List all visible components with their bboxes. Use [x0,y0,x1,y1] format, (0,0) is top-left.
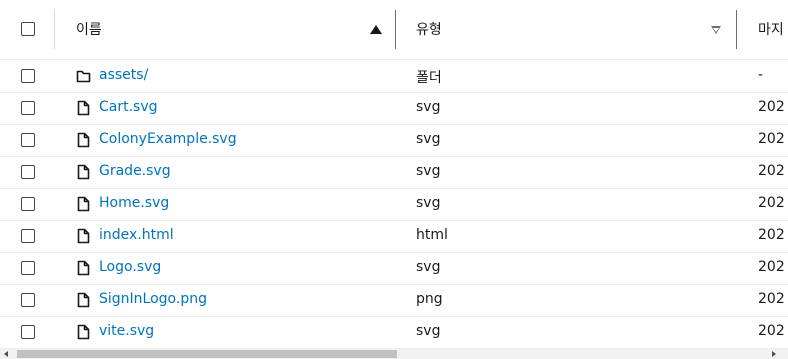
object-modified: 202 [758,323,785,339]
table-header: 이름 유형 마지 [0,0,788,60]
row-checkbox[interactable] [21,165,35,179]
table-row: assets/ 폴더 - [0,60,788,93]
object-type: svg [416,323,441,339]
object-modified: 202 [758,259,785,275]
object-name-link[interactable]: Logo.svg [99,259,161,275]
object-name-link[interactable]: assets/ [99,67,148,83]
object-type: svg [416,131,441,147]
file-icon [77,260,90,276]
file-icon [77,324,90,340]
sort-ascending-icon[interactable] [370,25,382,34]
object-name-link[interactable]: Home.svg [99,195,169,211]
table-row: Home.svg svg 202 [0,188,788,221]
file-icon [77,100,90,116]
object-modified: 202 [758,291,785,307]
row-checkbox[interactable] [21,229,35,243]
table-row: Grade.svg svg 202 [0,156,788,189]
file-icon [77,196,90,212]
table-row: Logo.svg svg 202 [0,252,788,285]
scroll-right-icon[interactable] [772,351,776,357]
file-icon [77,228,90,244]
object-type: svg [416,259,441,275]
column-resizer[interactable] [736,10,737,49]
object-modified: 202 [758,163,785,179]
object-modified: 202 [758,99,785,115]
object-modified: 202 [758,195,785,211]
column-header-modified[interactable]: 마지 [758,19,784,39]
table-row: Cart.svg svg 202 [0,92,788,125]
column-resizer[interactable] [395,10,396,49]
row-checkbox[interactable] [21,261,35,275]
row-checkbox[interactable] [21,69,35,83]
object-name-link[interactable]: index.html [99,227,174,243]
table-row: ColonyExample.svg svg 202 [0,124,788,157]
object-name-link[interactable]: SignInLogo.png [99,291,207,307]
row-checkbox[interactable] [21,325,35,339]
row-checkbox[interactable] [21,101,35,115]
object-modified: 202 [758,131,785,147]
object-name-link[interactable]: vite.svg [99,323,154,339]
object-type: svg [416,195,441,211]
file-icon [77,164,90,180]
file-icon [77,292,90,308]
column-divider [54,10,55,49]
object-name-link[interactable]: Cart.svg [99,99,158,115]
folder-icon [76,70,91,83]
column-header-name[interactable]: 이름 [76,19,102,39]
object-name-link[interactable]: ColonyExample.svg [99,131,237,147]
objects-table: 이름 유형 마지 assets/ 폴더 - Cart.svg svg 202 C… [0,0,788,359]
row-checkbox[interactable] [21,197,35,211]
horizontal-scrollbar[interactable] [0,349,788,359]
object-name-link[interactable]: Grade.svg [99,163,171,179]
row-checkbox[interactable] [21,293,35,307]
object-type: html [416,227,448,243]
row-checkbox[interactable] [21,133,35,147]
column-header-type[interactable]: 유형 [416,19,442,39]
object-modified: - [758,67,764,83]
scroll-left-icon[interactable] [4,351,8,357]
object-type: svg [416,99,441,115]
sort-descending-icon[interactable] [711,26,721,34]
object-type: png [416,291,443,307]
object-type: svg [416,163,441,179]
select-all-checkbox[interactable] [21,22,35,36]
scrollbar-thumb[interactable] [17,350,397,358]
object-type: 폴더 [416,70,442,86]
table-row: vite.svg svg 202 [0,316,788,349]
table-row: index.html html 202 [0,220,788,253]
object-modified: 202 [758,227,785,243]
table-row: SignInLogo.png png 202 [0,284,788,317]
file-icon [77,132,90,148]
